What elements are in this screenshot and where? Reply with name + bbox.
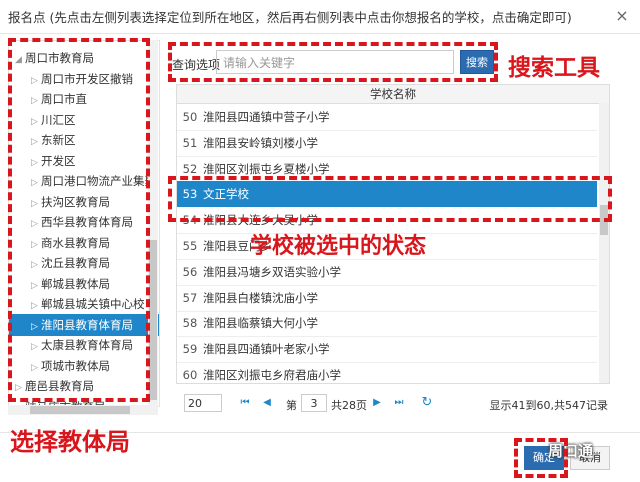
close-icon[interactable]: ×	[612, 6, 632, 26]
table-row[interactable]: 51 淮阳县安岭镇刘楼小学	[177, 130, 597, 157]
annotation-box-selected-row	[168, 176, 612, 222]
annotation-label-choose-bureau: 选择教体局	[10, 428, 130, 456]
school-name: 淮阳县冯塘乡双语实验小学	[203, 264, 341, 279]
annotation-box-search	[168, 42, 498, 82]
record-info: 显示41到60,共547记录	[489, 399, 609, 412]
school-name: 淮阳县白楼镇沈庙小学	[203, 290, 318, 305]
refresh-icon[interactable]: ↻	[420, 394, 434, 412]
title-divider	[0, 33, 640, 34]
table-row[interactable]: 56 淮阳县冯塘乡双语实验小学	[177, 259, 597, 286]
first-page-icon[interactable]: ⏮	[238, 394, 252, 412]
tree-vertical-scroll-thumb[interactable]	[149, 240, 157, 400]
row-number: 51	[182, 135, 198, 150]
page-size-select[interactable]: 20	[184, 394, 222, 412]
school-name: 淮阳县安岭镇刘楼小学	[203, 135, 318, 150]
row-number: 50	[182, 110, 198, 124]
table-row[interactable]: 59 淮阳县四通镇叶老家小学	[177, 336, 597, 364]
row-number: 58	[182, 316, 198, 331]
page-total: 共28页	[331, 399, 367, 412]
prev-page-icon[interactable]: ◀	[260, 394, 274, 412]
pagination-bar: 20 ⏮ ◀ 第 3 共28页 ▶ ⏭ ↻ 显示41到60,共547记录	[176, 388, 622, 414]
table-row[interactable]: 58 淮阳县临蔡镇大何小学	[177, 310, 597, 338]
school-name: 淮阳县四通镇叶老家小学	[203, 342, 330, 357]
page-prefix: 第	[286, 399, 297, 412]
grid-vertical-scrollbar[interactable]	[599, 103, 609, 383]
school-name: 淮阳区刘振屯乡府君庙小学	[203, 368, 341, 382]
annotation-box-confirm	[514, 438, 568, 478]
row-number: 59	[182, 342, 198, 357]
annotation-label-search-tool: 搜索工具	[508, 55, 600, 81]
dialog-title: 报名点 (先点击左侧列表选择定位到所在地区，然后再右侧列表中点击你想报名的学校，…	[8, 10, 572, 25]
row-number: 60	[182, 368, 198, 382]
school-name: 淮阳县四通镇中营子小学	[203, 110, 330, 124]
row-number: 57	[182, 290, 198, 305]
column-header-school-name[interactable]: 学校名称	[177, 85, 609, 104]
page-number-input[interactable]: 3	[301, 394, 327, 412]
table-row[interactable]: 50 淮阳县四通镇中营子小学	[177, 104, 597, 131]
next-page-icon[interactable]: ▶	[370, 394, 384, 412]
row-number: 56	[182, 264, 198, 279]
school-name: 淮阳县临蔡镇大何小学	[203, 316, 318, 331]
tree-horizontal-scroll-thumb[interactable]	[30, 406, 130, 414]
school-name: 淮阳区刘振屯乡夏楼小学	[203, 161, 330, 176]
annotation-label-selected-state: 学校被选中的状态	[250, 234, 427, 259]
last-page-icon[interactable]: ⏭	[392, 394, 406, 412]
table-row[interactable]: 57 淮阳县白楼镇沈庙小学	[177, 285, 597, 312]
annotation-box-tree	[8, 38, 150, 402]
row-number: 55	[182, 239, 198, 253]
table-row[interactable]: 60 淮阳区刘振屯乡府君庙小学	[177, 362, 597, 383]
